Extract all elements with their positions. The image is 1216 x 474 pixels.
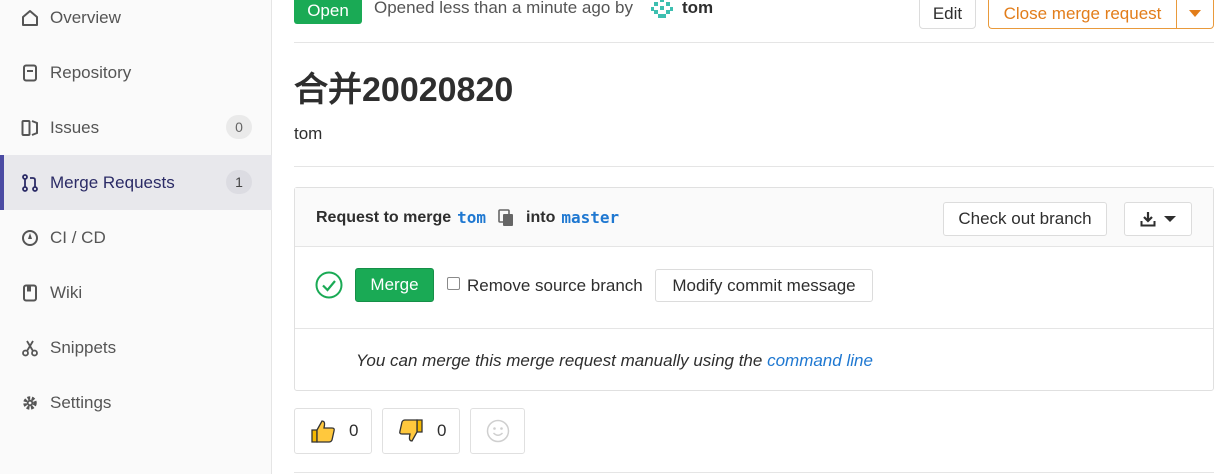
thumbsdown-award-button[interactable]: 0 xyxy=(382,408,460,454)
thumbsup-icon xyxy=(309,417,337,445)
command-line-link[interactable]: command line xyxy=(767,351,873,370)
sidebar-item-issues[interactable]: Issues 0 xyxy=(0,100,272,155)
description: tom xyxy=(294,124,323,143)
sidebar-item-label: Settings xyxy=(50,392,112,412)
sidebar: Overview Repository Issues 0 Merge Reque… xyxy=(0,0,272,474)
caret-down-icon xyxy=(1189,10,1201,17)
thumbsdown-icon xyxy=(397,417,425,445)
check-out-branch-button[interactable]: Check out branch xyxy=(943,202,1107,236)
thumbsup-award-button[interactable]: 0 xyxy=(294,408,372,454)
divider xyxy=(294,42,1214,43)
merge-request-info: Request to merge tom into master xyxy=(316,208,625,227)
into-text: into xyxy=(526,208,556,226)
page-title: 合并20020820 xyxy=(294,71,514,109)
merge-button[interactable]: Merge xyxy=(355,268,434,302)
author-name[interactable]: tom xyxy=(682,0,713,18)
sidebar-item-label: Repository xyxy=(50,62,132,82)
sidebar-item-label: Merge Requests xyxy=(50,172,175,192)
merge-request-icon xyxy=(20,173,40,193)
modify-commit-message-button[interactable]: Modify commit message xyxy=(655,269,873,302)
manual-merge-hint: You can merge this merge request manuall… xyxy=(356,351,873,371)
remove-source-branch-checkbox[interactable] xyxy=(447,277,460,290)
remove-source-branch-label[interactable]: Remove source branch xyxy=(467,276,643,296)
sidebar-item-snippets[interactable]: Snippets xyxy=(0,320,272,375)
sidebar-item-wiki[interactable]: Wiki xyxy=(0,265,272,320)
sidebar-item-label: Snippets xyxy=(50,337,117,357)
sidebar-item-ci-cd[interactable]: CI / CD xyxy=(0,210,272,265)
target-branch-link[interactable]: master xyxy=(561,208,619,227)
download-icon xyxy=(1140,211,1156,227)
request-prefix: Request to merge xyxy=(316,208,452,226)
avatar[interactable] xyxy=(648,0,676,24)
merge-widget-header: Request to merge tom into master Check o… xyxy=(295,188,1213,247)
home-icon xyxy=(20,8,40,28)
close-options-dropdown[interactable] xyxy=(1176,0,1214,29)
source-branch-link[interactable]: tom xyxy=(457,208,486,227)
divider xyxy=(294,166,1214,167)
smiley-icon xyxy=(486,419,510,443)
divider xyxy=(295,328,1213,329)
sidebar-item-overview[interactable]: Overview xyxy=(0,0,272,45)
sidebar-item-label: Issues xyxy=(50,117,100,137)
rocket-icon xyxy=(20,228,40,248)
manual-merge-text: You can merge this merge request manuall… xyxy=(356,351,763,370)
scissors-icon xyxy=(20,338,40,358)
sidebar-item-settings[interactable]: Settings xyxy=(0,375,272,430)
success-check-icon xyxy=(315,271,343,299)
book-icon xyxy=(20,283,40,303)
edit-button[interactable]: Edit xyxy=(919,0,976,29)
sidebar-item-label: Wiki xyxy=(50,282,83,302)
divider xyxy=(294,472,1214,473)
sidebar-item-label: Overview xyxy=(50,7,121,27)
sidebar-item-label: CI / CD xyxy=(50,227,106,247)
add-reaction-button[interactable] xyxy=(470,408,525,454)
caret-down-icon xyxy=(1164,216,1176,222)
opened-info: Opened less than a minute ago by xyxy=(374,0,633,17)
sidebar-item-merge-requests[interactable]: Merge Requests 1 xyxy=(0,155,272,210)
thumbsdown-count: 0 xyxy=(437,421,447,440)
issues-count-badge: 0 xyxy=(226,115,252,139)
gear-icon xyxy=(20,393,40,413)
status-badge: Open xyxy=(294,0,362,24)
thumbsup-count: 0 xyxy=(349,421,359,440)
close-merge-request-button[interactable]: Close merge request xyxy=(988,0,1176,29)
merge-widget: Request to merge tom into master Check o… xyxy=(294,187,1214,391)
download-dropdown[interactable] xyxy=(1124,202,1192,236)
repository-icon xyxy=(20,63,40,83)
copy-icon[interactable] xyxy=(498,208,514,227)
sidebar-item-repository[interactable]: Repository xyxy=(0,45,272,100)
issues-icon xyxy=(20,118,40,138)
merge-requests-count-badge: 1 xyxy=(226,170,252,194)
